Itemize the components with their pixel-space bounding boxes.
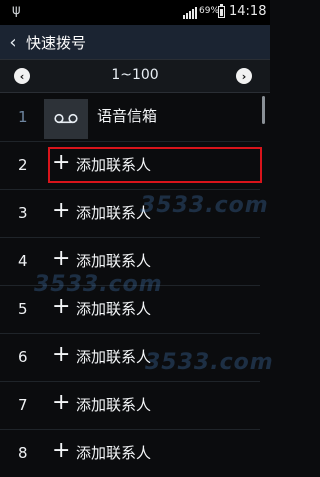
- add-contact-label: 添加联系人: [76, 444, 152, 462]
- plus-icon: +: [52, 198, 71, 223]
- chevron-right-icon[interactable]: ›: [236, 68, 252, 84]
- app-bar: ‹ 快速拨号: [0, 25, 270, 59]
- status-bar: ψ 69% 14:18: [0, 0, 270, 25]
- range-pager: ‹ 1~100 ›: [0, 59, 270, 93]
- plus-icon: +: [52, 294, 71, 319]
- list-item-voicemail[interactable]: 1 语音信箱: [0, 93, 260, 142]
- battery-icon: [218, 4, 225, 18]
- voicemail-icon: [54, 113, 78, 124]
- speed-dial-number: 8: [18, 444, 28, 462]
- speed-dial-number: 3: [18, 204, 28, 222]
- add-contact-label: 添加联系人: [76, 348, 152, 366]
- scrollbar[interactable]: [262, 96, 265, 124]
- status-time: 14:18: [229, 4, 267, 19]
- plus-icon: +: [52, 246, 71, 271]
- speed-dial-number: 1: [18, 108, 28, 126]
- watermark: 3533.com: [34, 272, 163, 297]
- speed-dial-number: 5: [18, 300, 28, 318]
- signal-icon: [183, 6, 197, 19]
- usb-icon: ψ: [12, 3, 21, 18]
- speed-dial-number: 2: [18, 156, 28, 174]
- speed-dial-number: 4: [18, 252, 28, 270]
- list-item-label: 语音信箱: [97, 107, 158, 125]
- highlight-box: [48, 147, 262, 183]
- add-contact-label: 添加联系人: [76, 300, 152, 318]
- range-label: 1~100: [111, 67, 159, 83]
- plus-icon: +: [52, 390, 71, 415]
- speed-dial-number: 7: [18, 396, 28, 414]
- plus-icon: +: [52, 342, 71, 367]
- plus-icon: +: [52, 438, 71, 463]
- add-contact-label: 添加联系人: [76, 252, 152, 270]
- watermark: 3533.com: [145, 350, 274, 375]
- add-contact-label: 添加联系人: [76, 396, 152, 414]
- back-arrow-icon[interactable]: ‹: [0, 32, 26, 53]
- watermark: 3533.com: [140, 193, 269, 218]
- list-item[interactable]: 8 + 添加联系人: [0, 429, 260, 477]
- chevron-left-icon[interactable]: ‹: [14, 68, 30, 84]
- list-item[interactable]: 7 + 添加联系人: [0, 381, 260, 430]
- voicemail-badge: [44, 99, 88, 139]
- page-title[interactable]: 快速拨号: [26, 32, 86, 53]
- battery-percent: 69%: [199, 6, 220, 16]
- speed-dial-number: 6: [18, 348, 28, 366]
